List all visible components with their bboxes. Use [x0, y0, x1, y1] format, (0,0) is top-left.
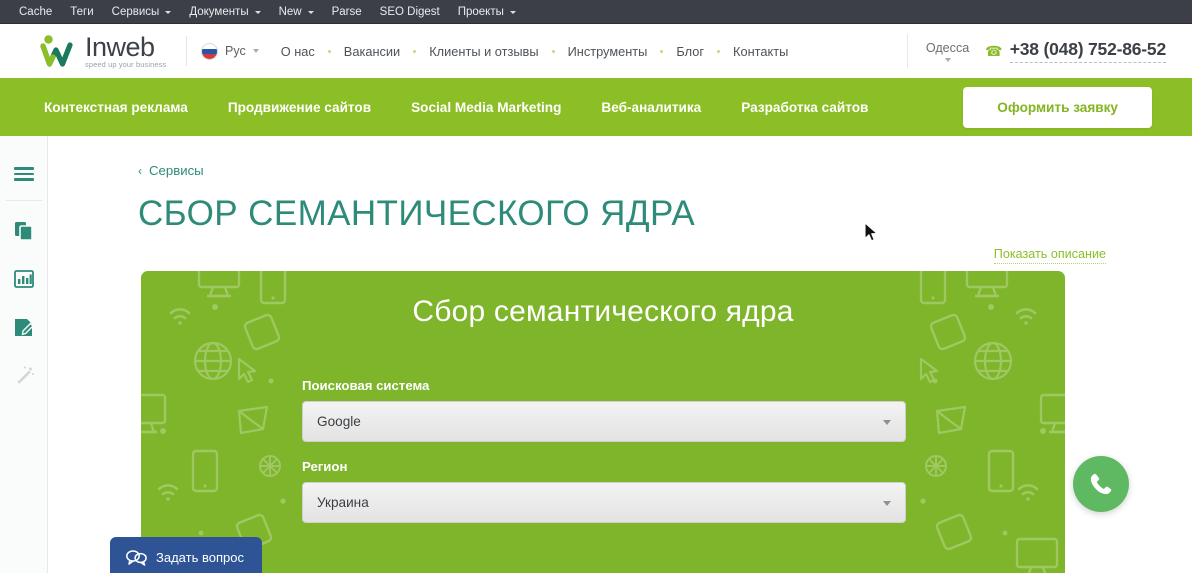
page-root: Cache Теги Сервисы Документы New Parse S…	[0, 0, 1192, 573]
region-value: Украина	[317, 495, 369, 510]
phone-icon	[1090, 473, 1112, 495]
chat-widget-label: Задать вопрос	[156, 549, 244, 565]
breadcrumb-services[interactable]: ‹ Сервисы	[138, 163, 204, 178]
nav-item-contacts[interactable]: Контакты	[733, 44, 788, 59]
chevron-down-icon	[252, 49, 259, 53]
nav-separator-dot	[551, 49, 555, 53]
chevron-down-icon	[509, 11, 516, 14]
header-divider	[186, 36, 187, 66]
region-select[interactable]: Украина	[302, 482, 906, 523]
page-title: СБОР СЕМАНТИЧЕСКОГО ЯДРА	[138, 194, 696, 233]
service-nav-seo[interactable]: Продвижение сайтов	[228, 100, 371, 115]
breadcrumb-label: Сервисы	[149, 163, 204, 178]
logo-text: Inweb speed up your business	[85, 31, 167, 69]
nav-item-blog[interactable]: Блог	[676, 44, 704, 59]
language-label: Рус	[225, 44, 246, 58]
chevron-down-icon	[944, 57, 951, 62]
call-button[interactable]	[1073, 456, 1129, 512]
phone-icon: ☎	[985, 42, 1003, 59]
logo-tagline: speed up your business	[85, 59, 167, 69]
service-form-card: Сбор семантического ядра Поисковая систе…	[141, 271, 1065, 573]
show-description-link[interactable]: Показать описание	[993, 247, 1106, 264]
service-form: Поисковая система Google Регион Украина	[302, 378, 906, 523]
search-engine-label: Поисковая система	[302, 378, 430, 393]
sidebar-item-tools[interactable]	[0, 351, 48, 399]
sidebar-item-documents[interactable]	[0, 207, 48, 255]
sidebar-divider	[5, 200, 42, 201]
primary-service-nav: Контекстная реклама Продвижение сайтов S…	[0, 78, 1192, 136]
ext-item-proekty[interactable]: Проекты	[449, 0, 525, 24]
ext-item-parse[interactable]: Parse	[323, 0, 371, 24]
city-selector[interactable]: Одесса	[926, 41, 969, 62]
ext-item-label: New	[278, 5, 302, 18]
site-header: Inweb speed up your business Рус О нас В…	[0, 24, 1192, 78]
form-spacer	[302, 442, 906, 459]
phone-number[interactable]: +38 (048) 752-86-52	[1009, 39, 1166, 63]
header-divider	[906, 34, 908, 68]
nav-item-vacancies[interactable]: Вакансии	[344, 44, 400, 59]
logo-word: Inweb	[85, 31, 155, 62]
edit-document-icon	[14, 319, 34, 336]
ext-item-dokumenty[interactable]: Документы	[180, 0, 269, 24]
ext-item-label: SEO Digest	[379, 5, 440, 18]
submit-request-button[interactable]: Оформить заявку	[963, 86, 1152, 128]
sidebar-item-analytics[interactable]	[0, 255, 48, 303]
service-nav-web-analytics[interactable]: Веб-аналитика	[601, 100, 701, 115]
header-nav: О нас Вакансии Клиенты и отзывы Инструме…	[281, 44, 789, 59]
nav-item-clients[interactable]: Клиенты и отзывы	[429, 44, 538, 59]
russian-flag-icon	[201, 42, 218, 60]
ext-item-label: Проекты	[457, 5, 504, 18]
chat-bubbles-icon	[126, 549, 147, 566]
service-nav-context-ads[interactable]: Контекстная реклама	[44, 100, 188, 115]
ext-item-new[interactable]: New	[270, 0, 323, 24]
ext-item-tegi[interactable]: Теги	[61, 0, 102, 24]
ext-item-label: Cache	[19, 5, 53, 18]
extension-toolbar: Cache Теги Сервисы Документы New Parse S…	[0, 0, 1192, 24]
language-selector[interactable]: Рус	[201, 42, 259, 60]
copy-documents-icon	[14, 222, 33, 241]
search-engine-value: Google	[317, 414, 361, 429]
chevron-down-icon	[883, 419, 891, 425]
search-engine-select[interactable]: Google	[302, 401, 906, 442]
nav-separator-dot	[717, 49, 721, 53]
nav-separator-dot	[327, 49, 331, 53]
chevron-down-icon	[883, 500, 891, 506]
phone-block[interactable]: ☎ +38 (048) 752-86-52	[985, 39, 1166, 63]
nav-item-tools[interactable]: Инструменты	[568, 44, 648, 59]
hamburger-menu-icon	[13, 164, 34, 184]
header-right: Одесса ☎ +38 (048) 752-86-52	[906, 34, 1192, 68]
city-label: Одесса	[925, 40, 970, 55]
ext-item-seo-digest[interactable]: SEO Digest	[371, 0, 449, 24]
ext-item-servisy[interactable]: Сервисы	[103, 0, 181, 24]
card-title: Сбор семантического ядра	[412, 295, 794, 328]
sidebar-item-edit[interactable]	[0, 303, 48, 351]
main-content: ‹ Сервисы СБОР СЕМАНТИЧЕСКОГО ЯДРА Показ…	[48, 136, 1192, 573]
ext-item-cache[interactable]: Cache	[10, 0, 61, 24]
chevron-left-icon: ‹	[138, 163, 142, 178]
service-nav-smm[interactable]: Social Media Marketing	[411, 100, 561, 115]
chevron-down-icon	[307, 11, 314, 14]
left-sidebar	[0, 136, 48, 573]
magic-wand-icon	[17, 366, 34, 384]
nav-item-about[interactable]: О нас	[281, 44, 315, 59]
service-nav-web-dev[interactable]: Разработка сайтов	[741, 100, 868, 115]
nav-separator-dot	[660, 49, 664, 53]
sidebar-item-menu[interactable]	[0, 150, 48, 198]
logo[interactable]: Inweb speed up your business	[0, 31, 170, 69]
service-nav-links: Контекстная реклама Продвижение сайтов S…	[0, 100, 908, 115]
ext-item-label: Теги	[70, 5, 94, 18]
inweb-w-logo-icon	[40, 34, 84, 68]
ext-item-label: Документы	[189, 5, 249, 18]
chevron-down-icon	[165, 11, 172, 14]
chevron-down-icon	[254, 11, 261, 14]
ext-item-label: Parse	[331, 5, 362, 18]
region-label: Регион	[302, 459, 348, 474]
nav-separator-dot	[413, 49, 417, 53]
bar-chart-icon	[13, 270, 34, 288]
ext-item-label: Сервисы	[111, 5, 160, 18]
chat-widget[interactable]: Задать вопрос	[110, 537, 262, 573]
